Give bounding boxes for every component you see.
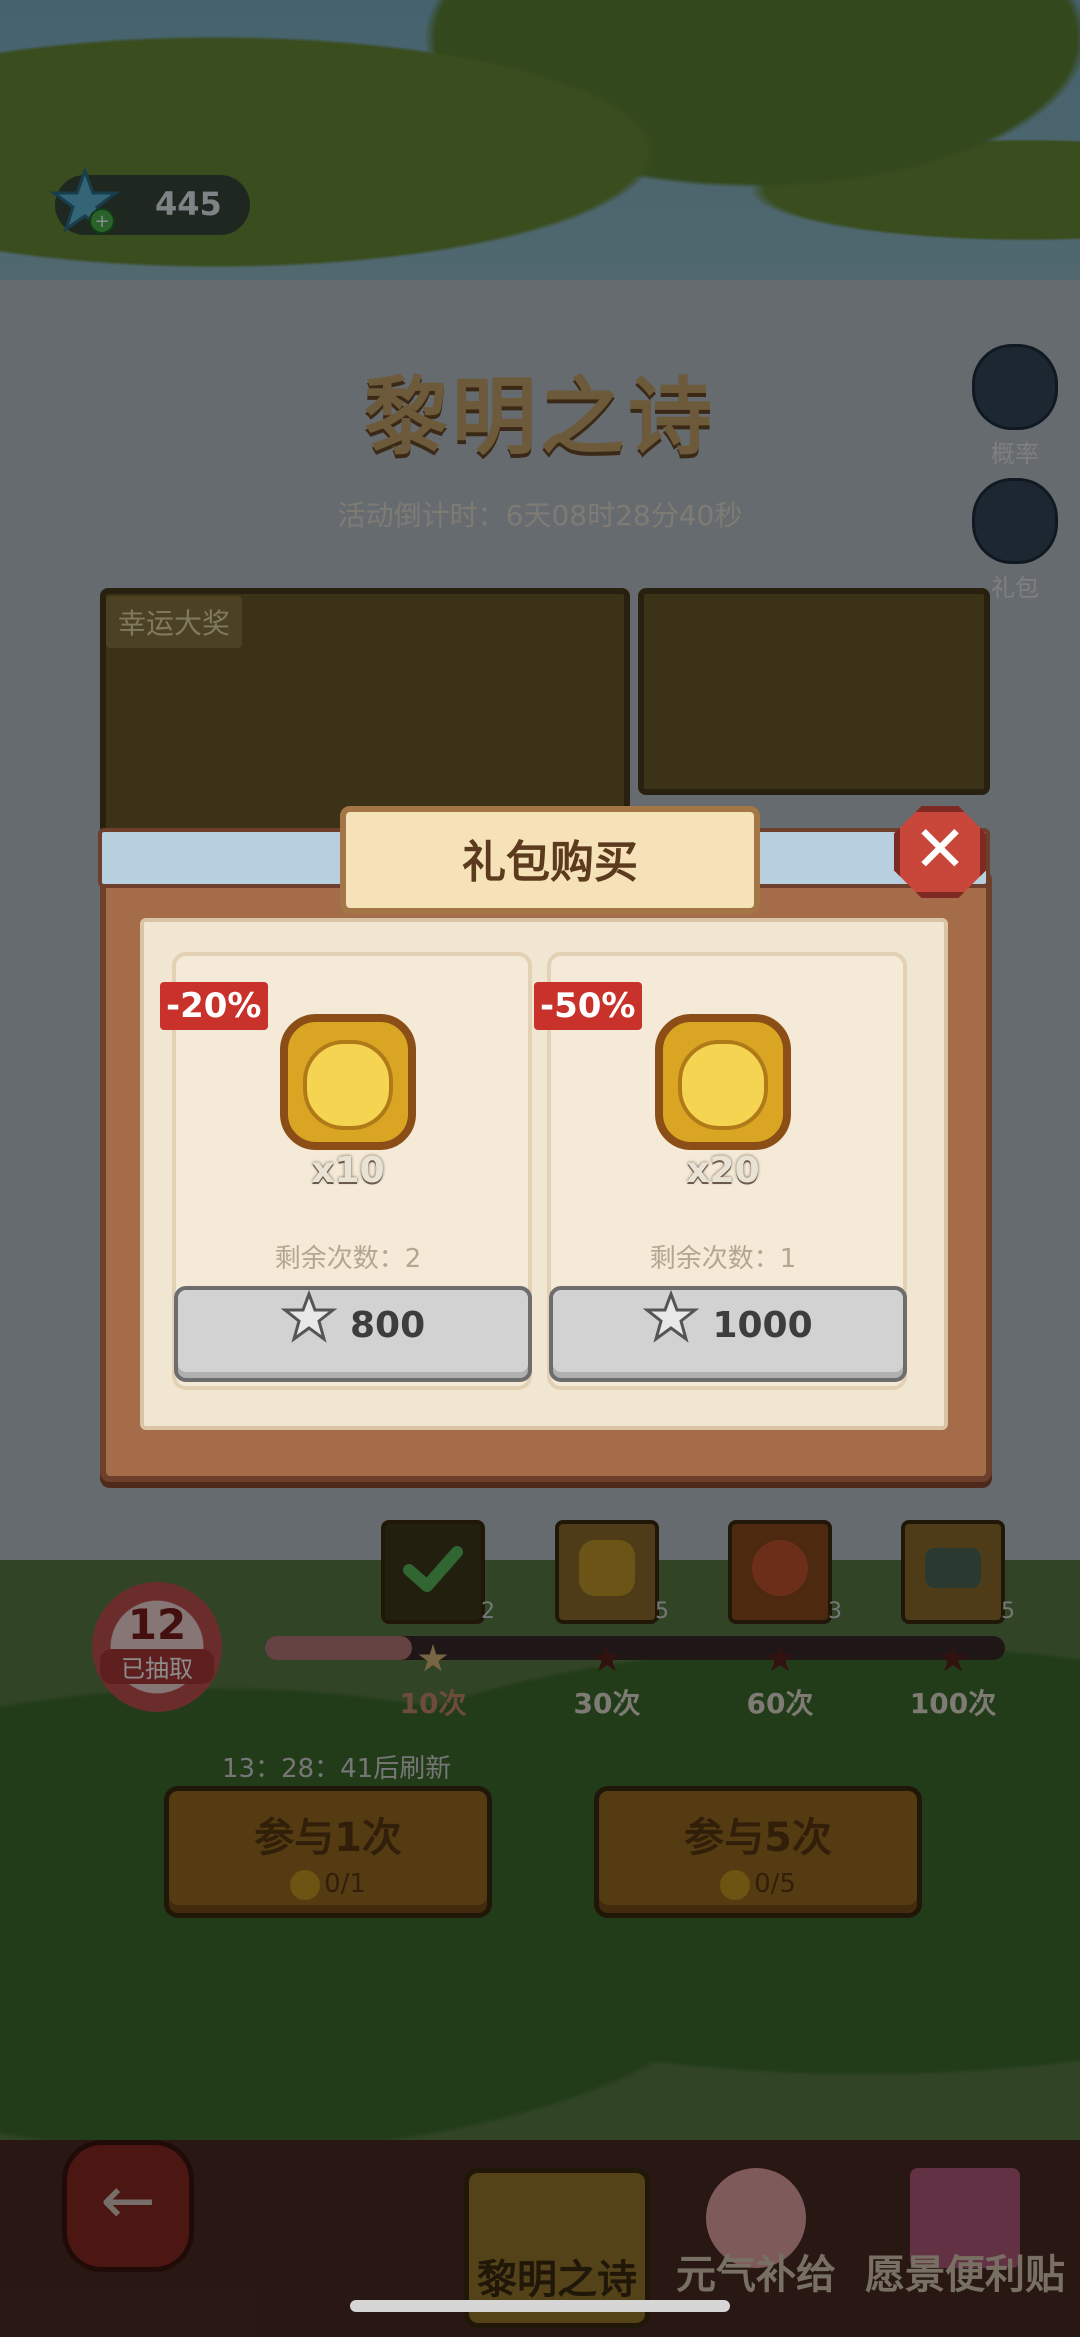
close-icon: ✕: [913, 813, 967, 887]
gold-coin-icon: [655, 1014, 791, 1150]
gold-coin-icon: [280, 1014, 416, 1150]
discount-badge: -20%: [160, 982, 268, 1030]
pack-price: 1000: [712, 1304, 813, 1346]
remaining-count: 剩余次数：1: [649, 1244, 797, 1274]
discount-badge: -50%: [534, 982, 642, 1030]
home-indicator[interactable]: [350, 2300, 730, 2312]
modal-title-banner: 礼包购买: [340, 806, 760, 914]
silver-gem-icon: [280, 1290, 337, 1343]
modal-title: 礼包购买: [462, 837, 638, 888]
pack-price: 800: [349, 1304, 426, 1346]
buy-pack-button[interactable]: 1000: [549, 1286, 907, 1382]
remaining-count: 剩余次数：2: [274, 1244, 422, 1274]
silver-gem-icon: [643, 1290, 700, 1343]
pack-quantity: x20: [686, 1150, 760, 1191]
pack-quantity: x10: [311, 1150, 385, 1191]
buy-pack-button[interactable]: 800: [174, 1286, 532, 1382]
